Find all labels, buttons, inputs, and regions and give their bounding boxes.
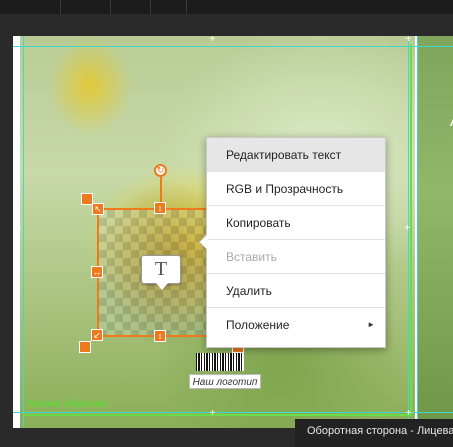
menu-item-edit-text[interactable]: Редактировать текст xyxy=(207,138,385,172)
top-toolbar xyxy=(0,0,453,14)
text-tool-icon[interactable]: T xyxy=(141,255,181,290)
cut-line-label: Линия обрезки xyxy=(26,398,108,410)
resize-nw-handle-icon[interactable]: ↖ xyxy=(92,203,104,215)
rotate-handle-icon[interactable]: ↻ xyxy=(154,164,167,177)
crosshair-marker: + xyxy=(405,36,412,45)
resize-n-handle-icon[interactable]: ↕ xyxy=(154,202,166,214)
menu-item-copy[interactable]: Копировать xyxy=(207,206,385,240)
crosshair-marker: + xyxy=(209,408,216,419)
crosshair-marker: + xyxy=(405,408,412,419)
menu-item-rgb-opacity[interactable]: RGB и Прозрачность xyxy=(207,172,385,206)
submenu-arrow-icon: ► xyxy=(367,320,375,329)
toolbar-tab[interactable] xyxy=(60,0,111,14)
menu-item-delete[interactable]: Удалить xyxy=(207,274,385,308)
toolbar-tab[interactable] xyxy=(110,0,151,14)
crosshair-marker: + xyxy=(209,36,216,45)
crosshair-marker: + xyxy=(404,223,411,234)
menu-item-position[interactable]: Положение ► xyxy=(207,308,385,342)
guide-line xyxy=(13,412,453,413)
barcode-logo-image[interactable] xyxy=(196,353,244,371)
corner-handle-icon[interactable] xyxy=(79,341,91,353)
resize-s-handle-icon[interactable]: ↕ xyxy=(154,330,166,342)
guide-line xyxy=(417,36,418,428)
crosshair-marker: + xyxy=(15,223,22,234)
guide-line xyxy=(23,36,24,428)
resize-sw-handle-icon[interactable]: ↙ xyxy=(91,329,103,341)
menu-item-paste: Вставить xyxy=(207,240,385,274)
toolbar-tab[interactable] xyxy=(0,0,61,14)
toolbar-tab[interactable] xyxy=(150,0,187,14)
menu-item-label: Положение xyxy=(226,318,290,332)
context-menu: Редактировать текст RGB и Прозрачность К… xyxy=(199,137,386,348)
status-bar: Оборотная сторона - Лицевая xyxy=(295,419,453,447)
resize-w-handle-icon[interactable]: ↔ xyxy=(91,266,103,278)
logo-label[interactable]: Наш логотип xyxy=(189,374,261,389)
guide-line xyxy=(13,46,453,47)
adjacent-page-photo xyxy=(418,36,453,428)
cut-line xyxy=(23,414,411,416)
